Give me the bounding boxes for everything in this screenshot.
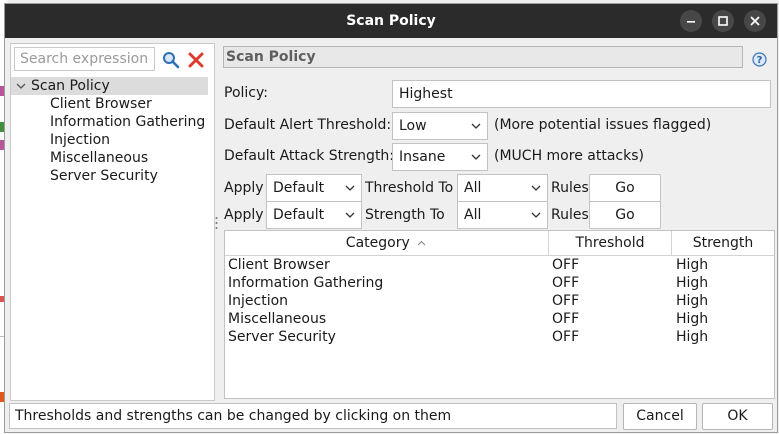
strength-to-label: Strength To	[365, 207, 445, 223]
maximize-button[interactable]	[712, 10, 734, 32]
tree-item-injection[interactable]: Injection	[11, 131, 214, 149]
column-header-threshold[interactable]: Threshold	[548, 231, 671, 255]
chevron-down-icon	[345, 212, 355, 218]
clear-search-button[interactable]	[186, 50, 206, 70]
category-cell: Server Security	[228, 329, 336, 345]
table-row[interactable]: Miscellaneous OFF High	[225, 310, 774, 328]
apply-threshold-level-select[interactable]: All	[457, 174, 548, 202]
alert-threshold-note: (More potential issues flagged)	[494, 117, 712, 133]
red-x-icon	[188, 52, 204, 68]
column-header-strength[interactable]: Strength	[671, 231, 774, 255]
strength-cell[interactable]: High	[676, 274, 708, 292]
threshold-cell[interactable]: OFF	[552, 274, 579, 292]
column-header-label: Strength	[692, 235, 754, 251]
threshold-cell[interactable]: OFF	[552, 292, 579, 310]
tree-item-label: Miscellaneous	[50, 150, 149, 166]
attack-strength-value: Insane	[399, 149, 446, 165]
search-button[interactable]	[161, 50, 181, 70]
policy-label: Policy:	[224, 85, 268, 101]
tree-item-server-security[interactable]: Server Security	[11, 167, 214, 185]
tree-item-client-browser[interactable]: Client Browser	[11, 95, 214, 113]
column-header-category[interactable]: Category	[225, 231, 547, 255]
threshold-cell[interactable]: OFF	[552, 328, 579, 346]
tree-item-label: Scan Policy	[31, 78, 110, 94]
strength-cell[interactable]: High	[676, 328, 708, 346]
apply-strength-go-button[interactable]: Go	[589, 201, 661, 229]
apply-scope-value: Default	[273, 207, 325, 223]
sort-ascending-icon	[417, 240, 426, 246]
maximize-icon	[718, 16, 728, 26]
chevron-down-icon	[345, 185, 355, 191]
window-title: Scan Policy	[346, 13, 436, 29]
apply-label: Apply	[224, 207, 264, 223]
apply-strength-scope-select[interactable]: Default	[266, 201, 362, 229]
threshold-to-label: Threshold To	[365, 180, 454, 196]
help-icon[interactable]: ?	[752, 52, 767, 67]
category-tree-panel: Scan Policy Client Browser Information G…	[10, 43, 215, 401]
tree-item-information-gathering[interactable]: Information Gathering	[11, 113, 214, 131]
strength-cell[interactable]: High	[676, 292, 708, 310]
apply-threshold-go-button[interactable]: Go	[589, 174, 661, 202]
split-pane-divider[interactable]	[215, 216, 218, 230]
table-row[interactable]: Injection OFF High	[225, 292, 774, 310]
column-header-label: Category	[345, 235, 410, 251]
ok-button[interactable]: OK	[702, 403, 773, 430]
title-bar: Scan Policy	[5, 4, 777, 38]
table-row[interactable]: Server Security OFF High	[225, 328, 774, 346]
svg-text:?: ?	[757, 55, 763, 66]
tree-item-scan-policy[interactable]: Scan Policy	[11, 77, 208, 95]
attack-strength-note: (MUCH more attacks)	[494, 148, 644, 164]
column-header-label: Threshold	[575, 235, 645, 251]
policy-name-field[interactable]: Highest	[392, 80, 771, 108]
apply-level-value: All	[464, 207, 482, 223]
category-table: Category Threshold Strength Client Brows…	[224, 230, 775, 399]
tree-item-miscellaneous[interactable]: Miscellaneous	[11, 149, 214, 167]
tree-item-label: Information Gathering	[50, 114, 206, 130]
apply-level-value: All	[464, 180, 482, 196]
chevron-down-icon	[531, 212, 541, 218]
rules-label: Rules	[551, 207, 589, 223]
alert-threshold-label: Default Alert Threshold:	[224, 117, 392, 133]
table-body: Client Browser OFF High Information Gath…	[225, 256, 774, 346]
apply-scope-value: Default	[273, 180, 325, 196]
magnifier-icon	[163, 52, 180, 69]
chevron-down-icon	[471, 123, 481, 129]
strength-cell[interactable]: High	[676, 310, 708, 328]
panel-header: Scan Policy	[223, 46, 743, 68]
category-cell: Injection	[228, 293, 289, 309]
tree-item-label: Client Browser	[50, 96, 152, 112]
category-cell: Miscellaneous	[228, 311, 327, 327]
close-icon	[750, 16, 760, 26]
table-row[interactable]: Client Browser OFF High	[225, 256, 774, 274]
cancel-button[interactable]: Cancel	[623, 403, 697, 430]
attack-strength-label: Default Attack Strength:	[224, 148, 395, 164]
rules-label: Rules	[551, 180, 589, 196]
category-cell: Information Gathering	[228, 275, 384, 291]
category-tree: Scan Policy Client Browser Information G…	[11, 77, 214, 185]
search-input[interactable]	[14, 47, 155, 71]
attack-strength-select[interactable]: Insane	[392, 143, 488, 171]
tree-item-label: Injection	[50, 132, 111, 148]
strength-cell[interactable]: High	[676, 256, 708, 274]
chevron-down-icon	[471, 154, 481, 160]
category-cell: Client Browser	[228, 257, 330, 273]
apply-threshold-scope-select[interactable]: Default	[266, 174, 362, 202]
minimize-button[interactable]	[680, 10, 702, 32]
close-button[interactable]	[744, 10, 766, 32]
scan-policy-dialog: Scan Policy Search expression Scan Polic…	[4, 3, 778, 433]
table-header: Category Threshold Strength	[225, 231, 774, 256]
status-message: Thresholds and strengths can be changed …	[9, 403, 617, 429]
drag-handle-icon	[215, 217, 218, 229]
chevron-down-icon	[531, 185, 541, 191]
minimize-icon	[687, 21, 695, 23]
apply-strength-level-select[interactable]: All	[457, 201, 548, 229]
alert-threshold-value: Low	[399, 118, 427, 134]
tree-item-label: Server Security	[50, 168, 158, 184]
table-row[interactable]: Information Gathering OFF High	[225, 274, 774, 292]
alert-threshold-select[interactable]: Low	[392, 112, 488, 140]
threshold-cell[interactable]: OFF	[552, 310, 579, 328]
threshold-cell[interactable]: OFF	[552, 256, 579, 274]
apply-label: Apply	[224, 180, 264, 196]
